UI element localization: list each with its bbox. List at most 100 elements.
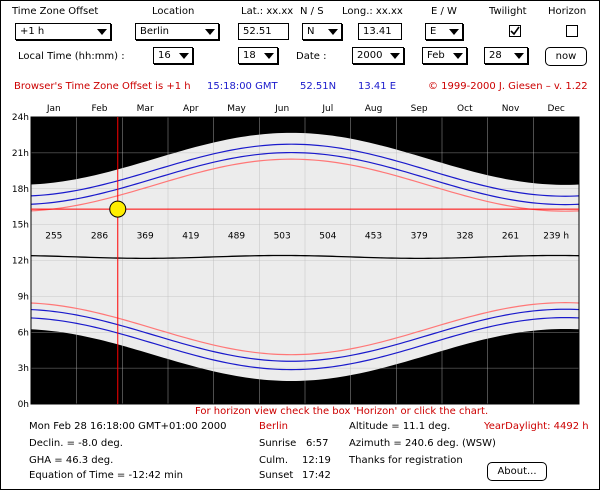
date-label: Date : (296, 51, 327, 62)
longitude-input[interactable]: 13.41 (358, 23, 402, 40)
chevron-down-icon (514, 53, 524, 59)
daylight-value-label: 504 (319, 232, 336, 242)
horizon-hint: For horizon view check the box 'Horizon'… (195, 406, 489, 417)
hour-tick-label: 24h (12, 113, 29, 123)
chevron-down-icon (264, 53, 274, 59)
minute-select[interactable]: 18 (238, 47, 278, 64)
place-name: Berlin (259, 421, 289, 432)
daylight-value-label: 453 (365, 232, 382, 242)
about-button[interactable]: About... (487, 462, 547, 481)
month-select[interactable]: Feb (422, 47, 467, 64)
ns-value: N (307, 26, 315, 37)
chevron-down-icon (328, 29, 338, 35)
hour-tick-label: 21h (12, 149, 29, 159)
culmination-label: Culm. (259, 455, 289, 466)
tz-offset-value: +1 h (20, 26, 45, 37)
chevron-down-icon (97, 29, 107, 35)
now-button[interactable]: now (545, 47, 587, 66)
hour-select[interactable]: 16 (153, 47, 193, 64)
twilight-label: Twilight (489, 6, 527, 17)
horizon-checkbox[interactable] (566, 25, 578, 37)
month-label: Aug (365, 104, 383, 114)
chevron-down-icon (453, 53, 463, 59)
month-value: Feb (427, 50, 445, 61)
sun-marker-icon (109, 200, 127, 218)
tz-offset-select[interactable]: +1 h (15, 23, 111, 40)
ew-value: E (430, 26, 437, 37)
culmination-value: 12:19 (302, 455, 331, 466)
sunrise-label: Sunrise (259, 438, 297, 449)
year-select[interactable]: 2000 (352, 47, 404, 64)
tz-message: Browser's Time Zone Offset is +1 h (14, 81, 191, 92)
sunlight-applet: Time Zone Offset Location Lat.: xx.xx N … (0, 0, 600, 490)
chevron-down-icon (179, 53, 189, 59)
copyright: © 1999-2000 J. Giesen – v. 1.22 (428, 81, 588, 92)
sunset-value: 17:42 (302, 470, 331, 481)
ew-select[interactable]: E (425, 23, 463, 40)
daylight-value-label: 369 (137, 232, 154, 242)
twilight-checkbox[interactable] (509, 25, 521, 37)
hour-tick-label: 6h (18, 328, 29, 338)
ns-select[interactable]: N (302, 23, 342, 40)
sunrise-value: 6:57 (306, 438, 329, 449)
hour-tick-label: 12h (12, 257, 29, 267)
altitude: Altitude = 11.1 deg. (349, 421, 451, 432)
current-datetime: Mon Feb 28 16:18:00 GMT+01:00 2000 (29, 421, 227, 432)
lat-label: Lat.: xx.xx (241, 6, 294, 17)
month-label: Apr (183, 104, 199, 114)
tz-offset-label: Time Zone Offset (12, 6, 99, 17)
daylight-value-label: 239 h (543, 232, 569, 242)
month-label: May (227, 104, 246, 114)
hour-tick-label: 3h (18, 364, 29, 374)
gmt-time: 15:18:00 GMT (207, 81, 278, 92)
day-value: 28 (489, 50, 502, 61)
chevron-down-icon (390, 53, 400, 59)
location-label: Location (152, 6, 195, 17)
equation-of-time: Equation of Time = -12:42 min (29, 470, 183, 481)
month-label: Sep (411, 104, 428, 114)
month-label: Mar (137, 104, 154, 114)
year-value: 2000 (357, 50, 383, 61)
local-time-label: Local Time (hh:mm) : (18, 51, 125, 62)
ns-label: N / S (300, 6, 324, 17)
location-value: Berlin (140, 26, 170, 37)
month-label: Jan (46, 104, 61, 114)
daylight-chart[interactable]: Jan Feb Mar Apr May Jun Jul Aug Sep Oct Nov Dec 0h 3h… (1, 97, 599, 417)
chevron-down-icon (449, 29, 459, 35)
sunset-label: Sunset (259, 470, 294, 481)
long-label: Long.: xx.xx (342, 6, 403, 17)
month-label: Oct (457, 104, 473, 114)
daylight-value-label: 489 (228, 232, 245, 242)
location-select[interactable]: Berlin (135, 23, 219, 40)
latitude-input[interactable]: 52.51 (238, 23, 289, 40)
month-label: Jun (274, 104, 289, 114)
minute-value: 18 (243, 50, 256, 61)
daylight-value-label: 261 (502, 232, 519, 242)
daylight-value-label: 419 (182, 232, 199, 242)
hour-tick-label: 18h (12, 185, 29, 195)
gha: GHA = 46.3 deg. (29, 455, 114, 466)
horizon-label: Horizon (548, 6, 587, 17)
checkmark-icon (510, 26, 520, 36)
hour-tick-label: 0h (18, 400, 29, 410)
day-select[interactable]: 28 (484, 47, 528, 64)
hour-tick-label: 15h (12, 221, 29, 231)
month-label: Nov (502, 104, 520, 114)
year-daylight: YearDaylight: 4492 h (484, 421, 589, 432)
daylight-value-label: 379 (411, 232, 428, 242)
month-label: Jul (321, 104, 333, 114)
hour-value: 16 (158, 50, 171, 61)
hour-tick-label: 9h (18, 292, 29, 302)
daylight-value-label: 255 (45, 232, 62, 242)
month-label: Dec (547, 104, 564, 114)
chevron-down-icon (205, 29, 215, 35)
azimuth: Azimuth = 240.6 deg. (WSW) (349, 438, 496, 449)
status-longitude: 13.41 E (358, 81, 397, 92)
daylight-value-label: 503 (274, 232, 291, 242)
status-latitude: 52.51N (300, 81, 337, 92)
daylight-value-label: 286 (91, 232, 108, 242)
ew-label: E / W (431, 6, 457, 17)
daylight-value-label: 328 (456, 232, 473, 242)
thanks-text: Thanks for registration (349, 455, 463, 466)
month-label: Feb (92, 104, 108, 114)
